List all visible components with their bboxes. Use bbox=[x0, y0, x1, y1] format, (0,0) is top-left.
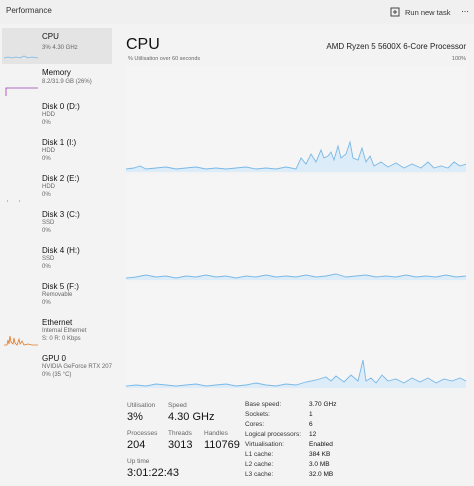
sidebar-item-gpu-0[interactable]: GPU 0 NVIDIA GeForce RTX 207 0% (35 °C) bbox=[2, 350, 112, 386]
handles-value: 110769 bbox=[204, 439, 240, 451]
sidebar-item-label: GPU 0 bbox=[42, 354, 67, 363]
sidebar-item-ethernet[interactable]: Ethernet Internal Ethernet S: 0 R: 0 Kbp… bbox=[2, 314, 112, 350]
uptime-value: 3:01:22:43 bbox=[127, 467, 179, 479]
sidebar-item-label: Disk 1 (I:) bbox=[42, 138, 77, 147]
sidebar-item-label: Disk 0 (D:) bbox=[42, 102, 80, 111]
cpu-graph-row-1 bbox=[126, 66, 466, 172]
sidebar-item-label: Memory bbox=[42, 68, 71, 77]
disk-thumbnail bbox=[4, 210, 38, 238]
sidebar-item-disk-0[interactable]: Disk 0 (D:) HDD 0% bbox=[2, 98, 112, 134]
utilisation-label: Utilisation bbox=[127, 402, 156, 409]
sidebar-item-type: SSD bbox=[42, 256, 55, 262]
page-title: CPU bbox=[126, 36, 160, 53]
title-bar: Performance Run new task ... bbox=[0, 0, 474, 24]
sidebar-item-type: NVIDIA GeForce RTX 207 bbox=[42, 364, 112, 370]
disk-thumbnail bbox=[4, 102, 38, 130]
sidebar-item-detail: 0% bbox=[42, 264, 51, 270]
more-options-button[interactable]: ... bbox=[459, 4, 471, 18]
sidebar-item-disk-2[interactable]: Disk 2 (E:) HDD 0% bbox=[2, 170, 112, 206]
sidebar-item-label: Disk 5 (F:) bbox=[42, 282, 79, 291]
spec-value: Enabled bbox=[309, 441, 333, 448]
memory-thumbnail bbox=[4, 68, 38, 96]
disk-thumbnail bbox=[4, 138, 38, 166]
ethernet-thumbnail bbox=[4, 318, 38, 346]
run-new-task-button[interactable]: Run new task bbox=[390, 4, 450, 20]
sidebar-item-label: Ethernet bbox=[42, 318, 73, 327]
disk-thumbnail bbox=[4, 282, 38, 310]
sidebar-item-cpu[interactable]: CPU 3% 4.30 GHz bbox=[2, 28, 112, 64]
spec-value: 32.0 MB bbox=[309, 471, 334, 478]
sidebar-item-detail: 0% bbox=[42, 300, 51, 306]
uptime-label: Up time bbox=[127, 458, 150, 465]
spec-value: 3.70 GHz bbox=[309, 401, 337, 408]
threads-label: Threads bbox=[168, 430, 192, 437]
sidebar-item-type: Internal Ethernet bbox=[42, 328, 87, 334]
sidebar-item-detail: 3% 4.30 GHz bbox=[42, 45, 78, 51]
threads-value: 3013 bbox=[168, 439, 193, 451]
sidebar-item-label: Disk 4 (H:) bbox=[42, 246, 80, 255]
sidebar-item-type: Removable bbox=[42, 292, 73, 298]
app-title: Performance bbox=[6, 6, 52, 15]
spec-key: Cores: bbox=[245, 421, 265, 428]
spec-value: 12 bbox=[309, 431, 317, 438]
run-new-task-label: Run new task bbox=[405, 7, 451, 17]
sidebar-item-type: HDD bbox=[42, 112, 55, 118]
sidebar-item-disk-1[interactable]: Disk 1 (I:) HDD 0% bbox=[2, 134, 112, 170]
utilisation-label: % Utilisation over 60 seconds bbox=[128, 56, 201, 62]
speed-label: Speed bbox=[168, 402, 187, 409]
sidebar: CPU 3% 4.30 GHz Memory 8.2/31.9 GB (26%)… bbox=[0, 26, 120, 486]
cpu-graph-row-2 bbox=[126, 174, 466, 280]
run-task-icon bbox=[390, 7, 400, 17]
handles-label: Handles bbox=[204, 430, 228, 437]
spec-key: Sockets: bbox=[245, 411, 270, 418]
spec-key: L3 cache: bbox=[245, 471, 274, 478]
sidebar-item-detail: 0% bbox=[42, 228, 51, 234]
sidebar-item-detail: 0% bbox=[42, 192, 51, 198]
spec-value: 1 bbox=[309, 411, 313, 418]
sidebar-item-detail: S: 0 R: 0 Kbps bbox=[42, 336, 81, 342]
sidebar-item-type: HDD bbox=[42, 184, 55, 190]
sidebar-item-detail: 0% (35 °C) bbox=[42, 372, 72, 378]
cpu-stats: Utilisation 3% Speed 4.30 GHz Processes … bbox=[122, 400, 474, 486]
sidebar-item-memory[interactable]: Memory 8.2/31.9 GB (26%) bbox=[2, 64, 112, 100]
sidebar-item-detail: 0% bbox=[42, 156, 51, 162]
utilisation-value: 3% bbox=[127, 411, 143, 423]
sidebar-item-disk-4[interactable]: Disk 4 (H:) SSD 0% bbox=[2, 242, 112, 278]
disk-thumbnail bbox=[4, 174, 38, 202]
sidebar-item-disk-3[interactable]: Disk 3 (C:) SSD 0% bbox=[2, 206, 112, 242]
sidebar-item-detail: 0% bbox=[42, 120, 51, 126]
sidebar-item-label: Disk 3 (C:) bbox=[42, 210, 80, 219]
spec-key: Virtualisation: bbox=[245, 441, 284, 448]
speed-value: 4.30 GHz bbox=[168, 411, 215, 423]
processor-model: AMD Ryzen 5 5600X 6-Core Processor bbox=[326, 42, 466, 51]
spec-key: Base speed: bbox=[245, 401, 282, 408]
spec-value: 384 KB bbox=[309, 451, 331, 458]
cpu-graph-row-3 bbox=[126, 282, 466, 388]
utilisation-max-label: 100% bbox=[451, 56, 466, 62]
cpu-thumbnail bbox=[4, 32, 38, 60]
spec-key: L2 cache: bbox=[245, 461, 274, 468]
spec-key: L1 cache: bbox=[245, 451, 274, 458]
disk-thumbnail bbox=[4, 246, 38, 274]
sidebar-item-type: SSD bbox=[42, 220, 55, 226]
gpu-thumbnail bbox=[4, 354, 38, 382]
spec-value: 6 bbox=[309, 421, 313, 428]
processes-label: Processes bbox=[127, 430, 158, 437]
processes-value: 204 bbox=[127, 439, 146, 451]
spec-key: Logical processors: bbox=[245, 431, 301, 438]
sidebar-item-disk-5[interactable]: Disk 5 (F:) Removable 0% bbox=[2, 278, 112, 314]
sidebar-item-label: CPU bbox=[42, 32, 59, 41]
spec-value: 3.0 MB bbox=[309, 461, 330, 468]
sidebar-item-label: Disk 2 (E:) bbox=[42, 174, 80, 183]
cpu-panel: CPU AMD Ryzen 5 5600X 6-Core Processor %… bbox=[122, 26, 474, 486]
sidebar-item-detail: 8.2/31.9 GB (26%) bbox=[42, 79, 92, 85]
sidebar-item-type: HDD bbox=[42, 148, 55, 154]
